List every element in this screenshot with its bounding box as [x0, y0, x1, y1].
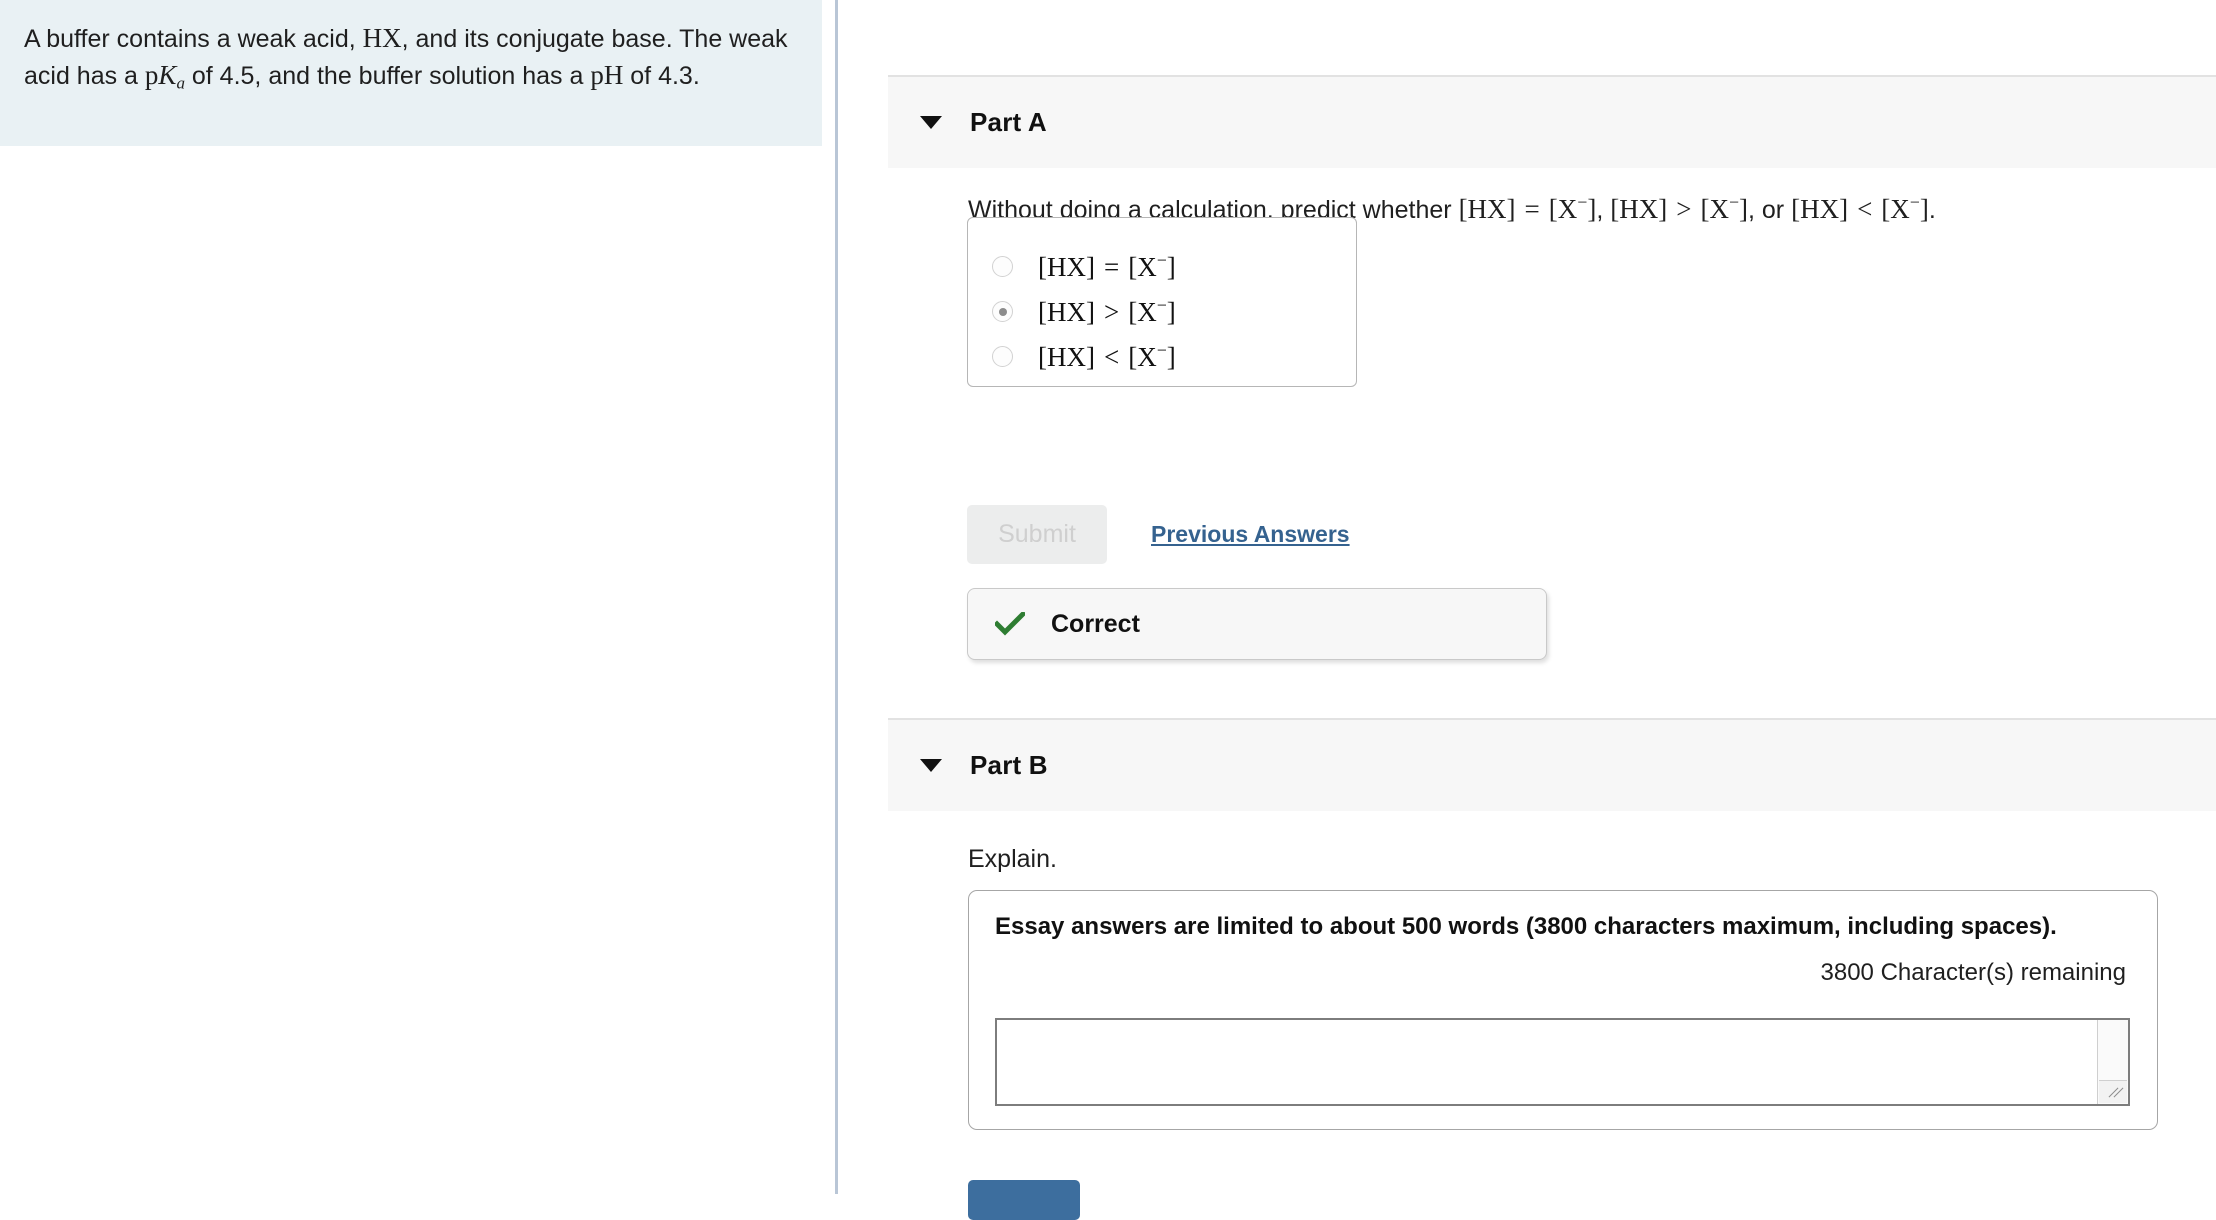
radio-choice-2[interactable] — [992, 301, 1013, 322]
question-rel-eq: = — [1524, 193, 1540, 224]
resize-handle-icon[interactable] — [2099, 1080, 2127, 1103]
formula-pka-p: p — [144, 59, 159, 90]
problem-text-part-3: of 4.5, and the buffer solution has a — [184, 61, 591, 90]
formula-hx: HX — [362, 23, 402, 53]
essay-answer-panel: Essay answers are limited to about 500 w… — [968, 890, 2158, 1130]
exercise-content: Part A Without doing a calculation, pred… — [838, 0, 2216, 1220]
choice-label-2: [HX] > [X−] — [1038, 295, 1176, 327]
essay-textarea[interactable] — [997, 1020, 2097, 1104]
question-term-x-2: [X−] — [1700, 192, 1748, 224]
choice-row-1[interactable]: [HX] = [X−] — [968, 244, 1356, 289]
part-a-title: Part A — [970, 107, 1047, 137]
answer-choices-group: [HX] = [X−] [HX] > [X−] [HX] < [X−] — [967, 217, 1357, 387]
correct-label: Correct — [1051, 609, 1140, 638]
part-b-title: Part B — [970, 750, 1048, 780]
question-or: , or — [1748, 195, 1792, 224]
part-a-actions: Submit Previous Answers — [967, 505, 1350, 564]
formula-pka-k: K — [158, 59, 177, 90]
choice-label-3: [HX] < [X−] — [1038, 340, 1176, 372]
formula-pka-sub: a — [176, 72, 185, 92]
caret-down-icon[interactable] — [920, 116, 942, 129]
previous-answers-link[interactable]: Previous Answers — [1151, 521, 1350, 548]
question-term-hx-2: [HX] — [1610, 193, 1668, 224]
submit-button[interactable]: Submit — [967, 505, 1107, 564]
check-icon — [995, 612, 1025, 636]
problem-text-part-1: A buffer contains a weak acid, — [24, 25, 363, 53]
essay-textarea-wrapper — [995, 1018, 2130, 1106]
formula-ph: pH — [590, 59, 624, 90]
question-comma-1: , — [1596, 195, 1611, 224]
radio-choice-3[interactable] — [992, 346, 1013, 367]
question-term-hx-1: [HX] — [1458, 193, 1516, 224]
question-rel-lt: < — [1857, 193, 1873, 224]
question-rel-gt: > — [1676, 193, 1692, 224]
question-term-x-1: [X−] — [1548, 192, 1597, 224]
characters-remaining-counter: 3800 Character(s) remaining — [1820, 959, 2126, 986]
part-a-header[interactable]: Part A — [888, 75, 2216, 168]
part-b-prompt: Explain. — [968, 845, 1057, 873]
part-b-submit-button[interactable] — [968, 1180, 1080, 1220]
correct-feedback-banner: Correct — [967, 588, 1547, 660]
choice-row-3[interactable]: [HX] < [X−] — [968, 334, 1356, 379]
question-term-hx-3: [HX] — [1791, 193, 1849, 224]
essay-limit-note: Essay answers are limited to about 500 w… — [995, 913, 2057, 940]
question-term-x-3: [X−] — [1881, 192, 1929, 224]
problem-text-part-4: of 4.3. — [623, 61, 700, 90]
essay-scrollbar[interactable] — [2097, 1020, 2128, 1104]
problem-statement-panel: A buffer contains a weak acid, HX, and i… — [0, 0, 822, 146]
problem-statement-text: A buffer contains a weak acid, HX, and i… — [24, 20, 798, 94]
caret-down-icon[interactable] — [920, 759, 942, 772]
part-b-header[interactable]: Part B — [888, 718, 2216, 811]
question-period: . — [1928, 195, 1936, 224]
choice-label-1: [HX] = [X−] — [1038, 250, 1176, 282]
radio-choice-1[interactable] — [992, 256, 1013, 277]
choice-row-2[interactable]: [HX] > [X−] — [968, 289, 1356, 334]
